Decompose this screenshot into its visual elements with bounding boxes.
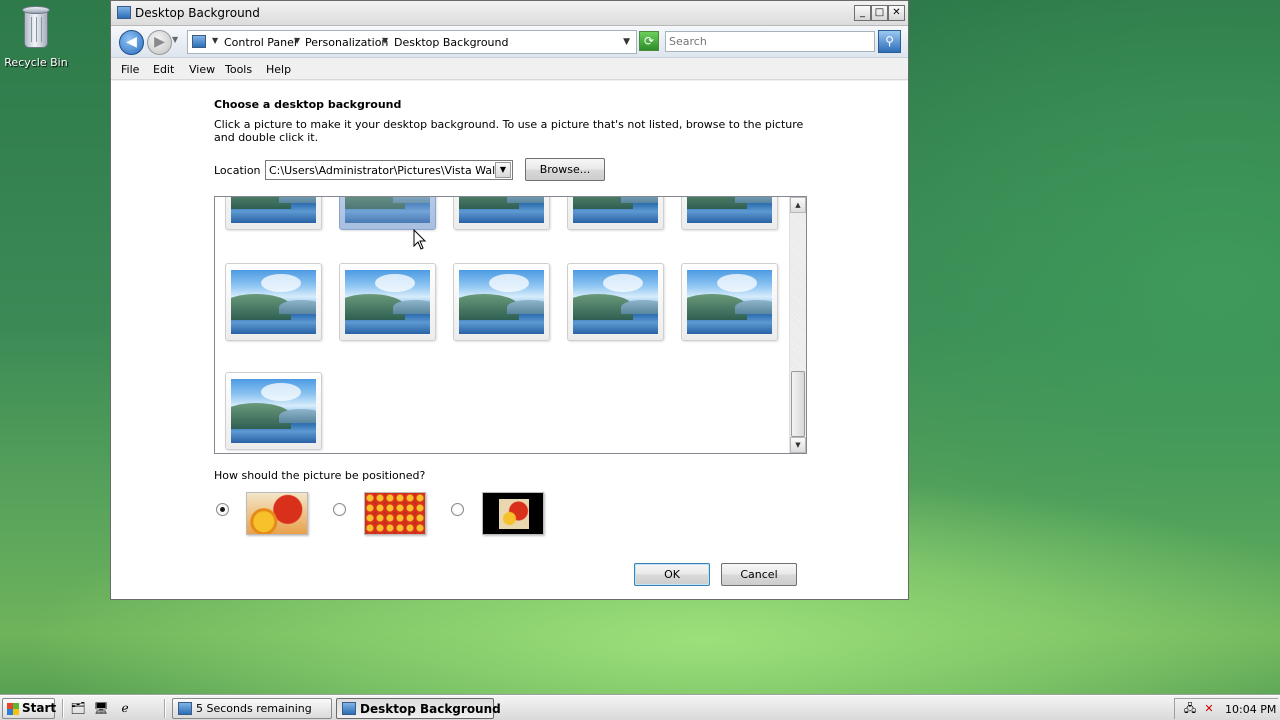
- menu-tools[interactable]: Tools: [225, 63, 252, 76]
- breadcrumb-item-personalization[interactable]: Personalization: [305, 36, 388, 49]
- menu-bar: File Edit View Tools Help: [111, 58, 908, 80]
- taskbar-item-label: Desktop Background: [360, 702, 501, 716]
- position-tile-preview[interactable]: [364, 492, 426, 535]
- ok-button[interactable]: OK: [634, 563, 710, 586]
- show-desktop-icon[interactable]: 🖥: [93, 700, 109, 716]
- wallpaper-thumbnail[interactable]: [681, 263, 778, 341]
- landscape-wallpaper-icon: [573, 270, 658, 334]
- minimize-button[interactable]: _: [854, 5, 871, 21]
- desktop-background-window: Desktop Background _ □ ✕ ◀ ▶ ▼ ▼ Control…: [110, 0, 909, 600]
- position-radio-center[interactable]: [451, 503, 464, 516]
- start-label: Start: [22, 701, 57, 715]
- forward-button[interactable]: ▶: [147, 30, 172, 55]
- refresh-button[interactable]: ⟳: [639, 31, 659, 51]
- landscape-wallpaper-icon: [687, 197, 772, 223]
- wallpaper-thumbnail[interactable]: [681, 197, 778, 230]
- wallpaper-thumbnail[interactable]: [225, 263, 322, 341]
- windows-logo-icon: [7, 703, 19, 715]
- menu-edit[interactable]: Edit: [153, 63, 174, 76]
- clock[interactable]: 10:04 PM: [1225, 703, 1276, 716]
- breadcrumb-chevron-icon[interactable]: ▼: [294, 36, 300, 45]
- wallpaper-thumbnail[interactable]: [453, 263, 550, 341]
- recent-pages-dropdown-icon[interactable]: ▼: [172, 35, 178, 44]
- cancel-button[interactable]: Cancel: [721, 563, 797, 586]
- internet-explorer-icon[interactable]: ℯ: [117, 700, 133, 716]
- menu-view[interactable]: View: [189, 63, 215, 76]
- location-select[interactable]: C:\Users\Administrator\Pictures\Vista Wa…: [265, 160, 513, 180]
- control-panel-icon: [342, 702, 356, 715]
- breadcrumb-chevron-icon[interactable]: ▼: [212, 36, 218, 45]
- location-label: Location: [214, 164, 261, 177]
- address-bar: ◀ ▶ ▼ ▼ Control Panel ▼ Personalization …: [111, 26, 908, 58]
- content-pane: Choose a desktop background Click a pict…: [111, 81, 908, 599]
- browse-button[interactable]: Browse...: [525, 158, 605, 181]
- wallpaper-thumbnail[interactable]: [225, 197, 322, 230]
- recycle-bin-label: Recycle Bin: [4, 56, 68, 69]
- gallery-scrollbar[interactable]: ▲ ▼: [789, 197, 806, 453]
- taskbar-separator: [164, 699, 166, 718]
- scroll-up-button[interactable]: ▲: [790, 197, 806, 213]
- window-icon: [178, 702, 192, 715]
- address-dropdown-icon[interactable]: ▼: [623, 37, 630, 47]
- landscape-wallpaper-icon: [345, 197, 430, 223]
- taskbar-item-desktop-background[interactable]: Desktop Background: [336, 698, 501, 719]
- taskbar: Start 🗂 🖥 ℯ 5 Seconds remaining Desktop …: [0, 695, 1280, 720]
- position-fit-preview[interactable]: [246, 492, 308, 535]
- search-input[interactable]: [665, 31, 875, 52]
- recycle-bin-icon: [19, 4, 53, 50]
- landscape-wallpaper-icon: [231, 197, 316, 223]
- taskbar-item-label: 5 Seconds remaining: [196, 702, 312, 715]
- chevron-down-icon[interactable]: ▼: [495, 162, 511, 178]
- landscape-wallpaper-icon: [459, 270, 544, 334]
- wallpaper-thumbnail[interactable]: [225, 372, 322, 450]
- close-button[interactable]: ✕: [888, 5, 905, 21]
- menu-help[interactable]: Help: [266, 63, 291, 76]
- control-panel-icon: [192, 35, 206, 48]
- back-button[interactable]: ◀: [119, 30, 144, 55]
- maximize-button[interactable]: □: [871, 5, 888, 21]
- taskbar-separator: [62, 699, 64, 718]
- explorer-quicklaunch-icon[interactable]: 🗂: [70, 700, 86, 716]
- start-button[interactable]: Start: [2, 698, 57, 719]
- network-icon[interactable]: 🖧: [1183, 702, 1197, 716]
- system-tray: 🖧 ✕ 10:04 PM: [1174, 698, 1278, 719]
- wallpaper-gallery[interactable]: ▲ ▼: [214, 196, 807, 454]
- search-button[interactable]: ⚲: [878, 30, 901, 53]
- position-radio-fit[interactable]: [216, 503, 229, 516]
- title-bar[interactable]: Desktop Background _ □ ✕: [111, 1, 908, 26]
- landscape-wallpaper-icon: [231, 270, 316, 334]
- scroll-down-button[interactable]: ▼: [790, 437, 806, 453]
- recycle-bin-desktop-icon[interactable]: Recycle Bin: [4, 2, 68, 69]
- landscape-wallpaper-icon: [459, 197, 544, 223]
- landscape-wallpaper-icon: [687, 270, 772, 334]
- wallpaper-thumbnail[interactable]: [567, 197, 664, 230]
- wallpaper-thumbnail[interactable]: [453, 197, 550, 230]
- control-panel-icon: [117, 6, 131, 19]
- landscape-wallpaper-icon: [345, 270, 430, 334]
- breadcrumb-item-desktop-background[interactable]: Desktop Background: [394, 36, 509, 49]
- breadcrumb-chevron-icon[interactable]: ▼: [382, 36, 388, 45]
- position-question: How should the picture be positioned?: [214, 469, 426, 482]
- instructions-text: Click a picture to make it your desktop …: [214, 118, 804, 144]
- wallpaper-thumbnail[interactable]: [339, 197, 436, 230]
- position-radio-tile[interactable]: [333, 503, 346, 516]
- page-title: Choose a desktop background: [214, 98, 402, 111]
- landscape-wallpaper-icon: [231, 379, 316, 443]
- wallpaper-thumbnail[interactable]: [567, 263, 664, 341]
- mouse-cursor-icon: [413, 229, 427, 250]
- landscape-wallpaper-icon: [573, 197, 658, 223]
- menu-file[interactable]: File: [121, 63, 139, 76]
- wallpaper-thumbnail[interactable]: [339, 263, 436, 341]
- breadcrumb-item-control-panel[interactable]: Control Panel: [224, 36, 297, 49]
- position-center-preview[interactable]: [482, 492, 544, 535]
- breadcrumb[interactable]: ▼ Control Panel ▼ Personalization ▼ Desk…: [187, 30, 637, 54]
- taskbar-item-timer[interactable]: 5 Seconds remaining: [172, 698, 332, 719]
- search-icon: ⚲: [885, 34, 894, 48]
- volume-muted-icon[interactable]: ✕: [1202, 702, 1216, 716]
- scrollbar-thumb[interactable]: [791, 371, 805, 437]
- location-value: C:\Users\Administrator\Pictures\Vista Wa…: [269, 164, 495, 177]
- window-title: Desktop Background: [135, 6, 260, 20]
